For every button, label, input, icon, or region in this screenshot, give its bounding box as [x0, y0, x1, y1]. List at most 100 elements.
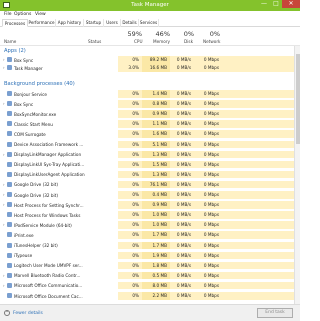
network-cell: 0 Mbps	[194, 160, 222, 169]
network-cell: 0 Mbps	[194, 281, 222, 290]
disk-cell: 0 MB/s	[170, 292, 194, 300]
network-cell: 0 Mbps	[194, 110, 222, 118]
table-row[interactable]: iTunesHelper (32 bit) 0% 1.7 MB 0 MB/s 0 Mbp…	[0, 241, 300, 250]
cpu-cell: 3.0%	[118, 64, 142, 72]
row-filler	[222, 191, 300, 199]
table-row[interactable]: iPrint.exe 0% 1.7 MB 0 MB/s 0 Mbps	[0, 231, 300, 239]
process-icon	[7, 91, 12, 96]
table-row[interactable]: BoxSyncMonitor.exe 0% 0.9 MB 0 MB/s 0 Mbps	[0, 110, 300, 118]
table-row[interactable]: DisplayLinkUI Sys-Tray Applicati... 0% 1.5…	[0, 160, 300, 169]
menu-view[interactable]: View	[35, 12, 46, 17]
title-bar: Task Manager — □ ✕	[0, 0, 300, 11]
fewer-details-link[interactable]: Fewer details	[13, 311, 43, 316]
process-icon	[7, 202, 12, 208]
expand-chevron-icon[interactable]: ›	[3, 65, 6, 70]
tab-app-history[interactable]: App history	[56, 19, 84, 27]
minimize-button[interactable]: —	[258, 0, 270, 8]
process-icon	[7, 212, 12, 218]
network-cell: 0 Mbps	[194, 56, 222, 64]
table-row[interactable]: DisplayLinkUserAgent Application 0% 1.3 MB…	[0, 170, 300, 179]
expand-chevron-icon[interactable]: ›	[3, 101, 6, 106]
memory-cell: 0.8 MB	[142, 100, 170, 108]
expand-chevron-icon[interactable]: ›	[3, 192, 6, 197]
expand-chevron-icon[interactable]: ›	[3, 222, 6, 227]
process-icon	[7, 111, 12, 117]
scrollbar[interactable]	[294, 46, 300, 304]
column-status[interactable]: Status	[88, 39, 101, 44]
cpu-cell: 0%	[118, 271, 142, 280]
memory-cell: 0.9 MB	[142, 201, 170, 209]
disk-cell: 0 MB/s	[170, 120, 194, 128]
close-button[interactable]: ✕	[282, 0, 300, 8]
network-cell: 0 Mbps	[194, 251, 222, 260]
disk-cell: 0 MB/s	[170, 231, 194, 239]
cpu-cell: 0%	[118, 231, 142, 239]
table-row[interactable]: › Host Process for Setting Synchr... 0% 0.9…	[0, 201, 300, 209]
expand-chevron-icon	[3, 131, 6, 136]
row-filler	[222, 231, 300, 239]
memory-cell: 0.4 MB	[142, 191, 170, 199]
network-cell: 0 Mbps	[194, 241, 222, 250]
maximize-button[interactable]: □	[270, 0, 282, 8]
apps-group-header[interactable]: Apps (2)	[4, 48, 26, 54]
tab-services[interactable]: Services	[139, 19, 159, 27]
menu-file[interactable]: File	[4, 12, 12, 17]
tab-performance[interactable]: Performance	[28, 19, 56, 27]
disk-cell: 0 MB/s	[170, 170, 194, 179]
table-row[interactable]: Device Association Framework ... 0% 5.1 MB…	[0, 140, 300, 149]
expand-chevron-icon[interactable]: ›	[3, 182, 6, 187]
process-name: DisplayLinkManager Application	[14, 152, 82, 158]
column-disk[interactable]: Disk	[184, 39, 193, 44]
process-icon	[7, 232, 12, 238]
row-filler	[222, 130, 300, 138]
end-task-button[interactable]: End task	[257, 308, 293, 318]
table-row[interactable]: › IPodService Module (64-bit) 0% 1.0 MB 0 MB…	[0, 221, 300, 229]
expand-chevron-icon	[3, 142, 6, 147]
table-row[interactable]: Classic Start Menu 0% 1.1 MB 0 MB/s 0 Mbps	[0, 120, 300, 128]
table-row[interactable]: COM Surrogate 0% 1.6 MB 0 MB/s 0 Mbps	[0, 130, 300, 138]
table-row[interactable]: › Google Drive (32 bit) 0% 76.1 MB 0 MB/s 0 M…	[0, 180, 300, 189]
table-row[interactable]: Host Process for Windows Tasks 0% 1.0 MB 0 …	[0, 211, 300, 219]
cpu-cell: 0%	[118, 90, 142, 98]
table-row[interactable]: › Marvell Bluetooth Radio Contr... 0% 0.5 M…	[0, 271, 300, 280]
expand-chevron-icon[interactable]: ›	[3, 152, 6, 157]
tab-processes[interactable]: Processes	[2, 19, 28, 27]
column-name[interactable]: Name	[4, 39, 16, 44]
row-filler	[222, 170, 300, 179]
memory-cell: 5.1 MB	[142, 140, 170, 149]
process-name: Microsoft Office Document Cac...	[14, 293, 83, 299]
table-row[interactable]: › Box Sync 0% 89.2 MB 0 MB/s 0 Mbps	[0, 56, 300, 64]
expand-chevron-icon[interactable]: ›	[3, 57, 6, 62]
table-row[interactable]: › Task Manager 3.0% 16.6 MB 0 MB/s 0 Mbps	[0, 64, 300, 72]
column-network[interactable]: Network	[203, 39, 220, 44]
process-name: Google Drive (32 bit)	[14, 192, 58, 198]
tab-details[interactable]: Details	[121, 19, 139, 27]
menu-options[interactable]: Options	[14, 12, 31, 17]
expand-chevron-icon[interactable]: ›	[3, 273, 6, 278]
expand-chevron-icon[interactable]: ›	[3, 202, 6, 207]
memory-cell: 2.2 MB	[142, 292, 170, 300]
cpu-cell: 0%	[118, 100, 142, 108]
table-row[interactable]: › Microsoft Office Communicatio... 0% 8.0 M…	[0, 281, 300, 290]
memory-cell: 1.3 MB	[142, 170, 170, 179]
scrollbar-thumb[interactable]	[296, 54, 300, 144]
tab-startup[interactable]: Startup	[84, 19, 104, 27]
column-cpu[interactable]: CPU	[134, 39, 143, 44]
table-row[interactable]: iTypeuse 0% 1.9 MB 0 MB/s 0 Mbps	[0, 251, 300, 260]
process-name: Host Process for Windows Tasks	[14, 212, 81, 218]
table-row[interactable]: › DisplayLinkManager Application 0% 1.3 MB 0…	[0, 150, 300, 159]
table-row[interactable]: Logitech User Mode UMVPF ser... 0% 1.8 MB 0…	[0, 261, 300, 270]
table-row[interactable]: › Google Drive (32 bit) 0% 0.4 MB 0 MB/s 0 Mb…	[0, 191, 300, 199]
disk-cell: 0 MB/s	[170, 271, 194, 280]
table-row[interactable]: Bonjour Service 0% 1.4 MB 0 MB/s 0 Mbps	[0, 90, 300, 98]
background-group-header[interactable]: Background processes (40)	[4, 81, 75, 87]
row-filler	[222, 90, 300, 98]
chevron-up-icon[interactable]: ⌃	[4, 310, 10, 316]
table-row[interactable]: Microsoft Office Document Cac... 0% 2.2 MB…	[0, 292, 300, 300]
tab-users[interactable]: Users	[104, 19, 121, 27]
column-memory[interactable]: Memory	[153, 39, 170, 44]
process-icon	[7, 262, 12, 268]
expand-chevron-icon[interactable]: ›	[3, 283, 6, 288]
table-row[interactable]: › Box Sync 0% 0.8 MB 0 MB/s 0 Mbps	[0, 100, 300, 108]
process-icon	[7, 141, 12, 147]
